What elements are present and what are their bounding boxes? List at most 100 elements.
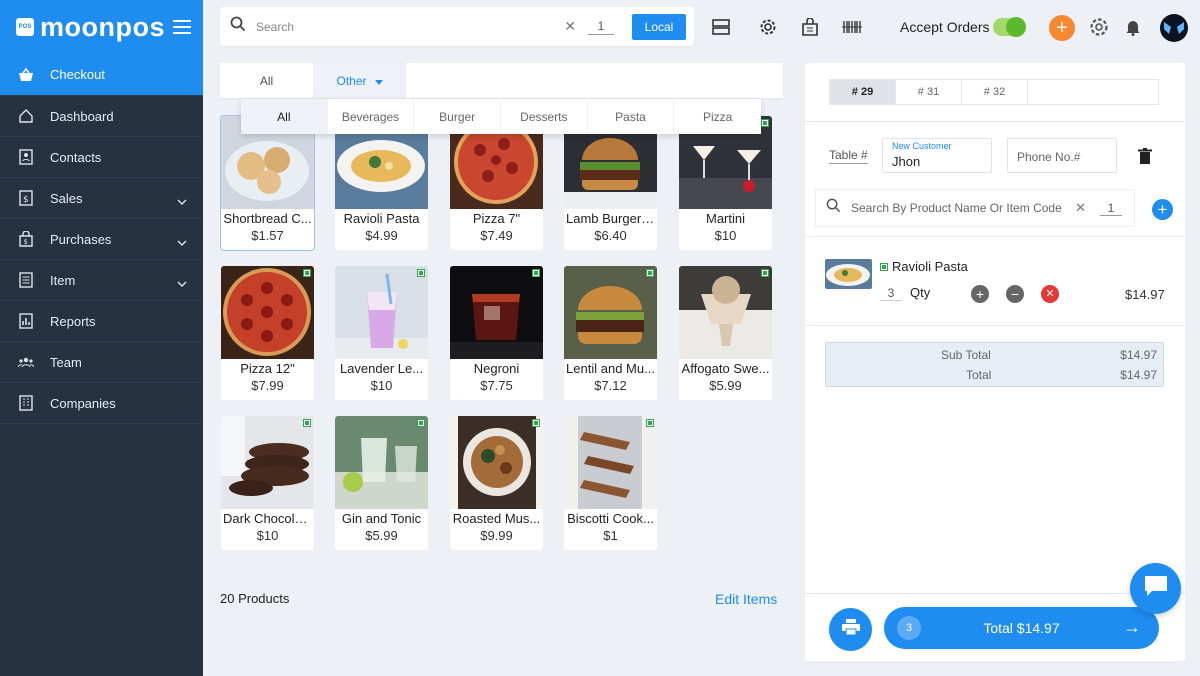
subcategory-burger[interactable]: Burger — [414, 99, 502, 134]
hamburger-menu-icon[interactable] — [173, 20, 191, 34]
clear-search-icon[interactable]: ✕ — [1075, 200, 1086, 216]
settings-gear-icon[interactable] — [758, 17, 778, 37]
subcategory-all[interactable]: All — [241, 99, 328, 134]
chevron-down-icon[interactable] — [177, 275, 187, 290]
print-button[interactable] — [829, 608, 872, 651]
sidebar: POS moonpos Checkout Dashboard Contacts … — [0, 0, 203, 676]
remove-item-icon[interactable]: ✕ — [1041, 285, 1059, 303]
sales-icon: $ — [18, 190, 34, 206]
layout-rows-icon[interactable] — [711, 17, 731, 37]
team-icon — [18, 354, 34, 370]
product-image — [450, 266, 543, 359]
subcategory-pasta[interactable]: Pasta — [588, 99, 675, 134]
cart-item-qty-label: Qty — [910, 285, 931, 300]
chevron-down-icon[interactable] — [177, 193, 187, 208]
order-panel: # 29 # 31 # 32 Table # New Customer Jhon… — [805, 63, 1185, 661]
search-qty-input[interactable]: 1 — [588, 19, 614, 35]
settings-icon[interactable] — [1089, 17, 1109, 37]
product-search-field[interactable]: Search By Product Name Or Item Code ✕ 1 — [815, 189, 1135, 227]
product-card[interactable]: Affogato Swe... $5.99 — [679, 266, 772, 400]
product-name: Lavender Le... — [339, 361, 424, 376]
product-price: $7.12 — [594, 378, 627, 393]
order-tab-29[interactable]: # 29 — [830, 80, 896, 104]
order-tab-32[interactable]: # 32 — [962, 80, 1028, 104]
cart-item-image — [825, 259, 872, 289]
table-number-field[interactable]: Table # — [829, 148, 868, 164]
sidebar-item-checkout[interactable]: Checkout — [0, 54, 203, 96]
product-card[interactable]: Biscotti Cook... $1 — [564, 416, 657, 550]
category-tab-all[interactable]: All — [220, 63, 313, 98]
cart-item-price: $14.97 — [1125, 287, 1165, 302]
order-tab-31[interactable]: # 31 — [896, 80, 962, 104]
order-tab-empty[interactable] — [1028, 80, 1158, 104]
product-card[interactable]: Roasted Mus... $9.99 — [450, 416, 543, 550]
product-card[interactable]: Negroni $7.75 — [450, 266, 543, 400]
veg-indicator-icon — [880, 262, 888, 271]
product-image — [221, 266, 314, 359]
product-card[interactable]: Lamb Burger ... $6.40 — [564, 116, 657, 250]
product-name: Roasted Mus... — [452, 511, 541, 526]
sidebar-item-reports[interactable]: Reports — [0, 301, 203, 342]
arrow-right-icon: → — [1123, 617, 1141, 637]
sidebar-item-team[interactable]: Team — [0, 342, 203, 383]
add-product-icon[interactable]: + — [1152, 199, 1173, 220]
phone-field[interactable]: Phone No.# — [1007, 138, 1117, 173]
companies-icon — [18, 395, 34, 411]
product-price: $6.40 — [594, 228, 627, 243]
basket-icon — [18, 67, 34, 83]
subcategory-beverages[interactable]: Beverages — [328, 99, 415, 134]
cart-item-qty-input[interactable]: 3 — [880, 286, 902, 301]
local-button[interactable]: Local — [632, 13, 686, 40]
customer-field[interactable]: New Customer Jhon — [882, 138, 992, 173]
sidebar-item-label: Dashboard — [50, 108, 114, 124]
decrease-qty-icon[interactable]: − — [1006, 285, 1024, 303]
product-price: $10 — [370, 378, 393, 393]
product-image — [335, 416, 428, 509]
product-search-qty[interactable]: 1 — [1100, 201, 1122, 216]
accept-orders-toggle[interactable] — [993, 17, 1026, 37]
product-price: $7.49 — [480, 228, 513, 243]
product-card[interactable]: Lentil and Mu... $7.12 — [564, 266, 657, 400]
sidebar-item-companies[interactable]: Companies — [0, 383, 203, 424]
barcode-icon[interactable] — [842, 17, 862, 37]
product-card[interactable]: Lavender Le... $10 — [335, 266, 428, 400]
product-card[interactable]: Pizza 7" $7.49 — [450, 116, 543, 250]
customer-name: Jhon — [892, 154, 921, 169]
store-bag-icon[interactable] — [800, 17, 820, 37]
sidebar-item-sales[interactable]: $ Sales — [0, 178, 203, 219]
product-card[interactable]: Gin and Tonic $5.99 — [335, 416, 428, 550]
notification-bell-icon[interactable] — [1123, 17, 1143, 37]
search-input[interactable] — [256, 19, 565, 34]
product-price: $5.99 — [709, 378, 742, 393]
sidebar-item-dashboard[interactable]: Dashboard — [0, 96, 203, 137]
search-icon — [826, 198, 841, 218]
product-card[interactable]: Ravioli Pasta $4.99 — [335, 116, 428, 250]
subcategory-pizza[interactable]: Pizza — [674, 99, 761, 134]
subcategory-desserts[interactable]: Desserts — [501, 99, 588, 134]
sidebar-item-purchases[interactable]: $ Purchases — [0, 219, 203, 260]
product-card[interactable]: Shortbread C... $1.57 — [220, 115, 315, 251]
edit-items-link[interactable]: Edit Items — [715, 591, 777, 607]
total-label: Total — [966, 368, 992, 382]
product-card[interactable]: Dark Chocola... $10 — [221, 416, 314, 550]
checkout-total-label: Total $14.97 — [983, 620, 1060, 636]
category-tab-other[interactable]: Other — [313, 63, 406, 98]
trash-icon[interactable] — [1138, 148, 1152, 169]
product-card[interactable]: Pizza 12" $7.99 — [221, 266, 314, 400]
chat-support-button[interactable] — [1130, 563, 1181, 614]
sidebar-item-contacts[interactable]: Contacts — [0, 137, 203, 178]
divider — [805, 325, 1185, 326]
clear-search-icon[interactable]: ✕ — [564, 18, 576, 35]
user-avatar[interactable] — [1160, 14, 1188, 42]
chevron-down-icon[interactable] — [177, 234, 187, 249]
product-price: $9.99 — [480, 528, 513, 543]
product-card[interactable]: Martini $10 — [679, 116, 772, 250]
checkout-total-button[interactable]: 3 Total $14.97 → — [884, 607, 1159, 649]
total-row: Total $14.97 — [826, 368, 1165, 386]
increase-qty-icon[interactable]: + — [971, 285, 989, 303]
sidebar-item-label: Contacts — [50, 149, 102, 165]
add-new-icon[interactable]: + — [1049, 15, 1075, 41]
brand-name[interactable]: moonpos — [40, 12, 173, 43]
sidebar-item-item[interactable]: Item — [0, 260, 203, 301]
purchases-icon: $ — [18, 231, 34, 247]
